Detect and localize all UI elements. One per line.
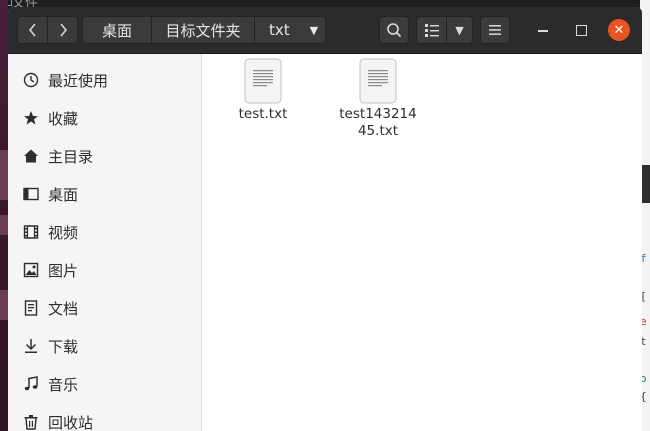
sidebar-item-starred[interactable]: 收藏: [8, 99, 201, 137]
close-button[interactable]: ✕: [606, 17, 632, 43]
back-button[interactable]: [17, 16, 48, 44]
sidebar-item-label: 音乐: [48, 375, 79, 394]
list-view-icon: [424, 24, 439, 37]
desktop-icon: [22, 185, 40, 203]
image-icon: [22, 261, 40, 279]
desktop-background: [0, 0, 8, 431]
text-file-icon: [244, 58, 282, 104]
hamburger-menu-icon: [489, 25, 501, 35]
chevron-left-icon: [28, 23, 36, 37]
sidebar-item-desktop[interactable]: 桌面: [8, 175, 201, 213]
music-icon: [22, 375, 40, 393]
breadcrumb-current-folder[interactable]: txt ▼: [254, 16, 326, 44]
search-button[interactable]: [379, 16, 409, 44]
file-name: test14321445.txt: [339, 106, 417, 139]
close-icon: ✕: [608, 19, 630, 41]
sidebar-item-pictures[interactable]: 图片: [8, 251, 201, 289]
forward-button[interactable]: [47, 16, 78, 44]
text-file-icon: [359, 58, 397, 104]
breadcrumb-target-folder[interactable]: 目标文件夹: [151, 16, 255, 44]
sidebar-item-music[interactable]: 音乐: [8, 365, 201, 403]
file-item[interactable]: test14321445.txt: [328, 58, 428, 140]
view-options-dropdown[interactable]: ▼: [446, 16, 473, 44]
home-icon: [22, 147, 40, 165]
sidebar-item-label: 桌面: [48, 185, 79, 204]
sidebar-item-trash[interactable]: 回收站: [8, 403, 201, 431]
star-icon: [22, 109, 40, 127]
sidebar-item-documents[interactable]: 文档: [8, 289, 201, 327]
menu-button[interactable]: [480, 16, 510, 44]
breadcrumb-label: 目标文件夹: [165, 21, 241, 40]
sidebar-item-label: 视频: [48, 223, 79, 242]
breadcrumb-label: 桌面: [101, 21, 132, 40]
sidebar-item-label: 主目录: [48, 147, 94, 166]
sidebar-item-recent[interactable]: 最近使用: [8, 61, 201, 99]
breadcrumb-label: txt: [269, 21, 290, 39]
sidebar-item-label: 回收站: [48, 413, 94, 431]
sidebar-item-label: 图片: [48, 261, 79, 280]
file-item[interactable]: test.txt: [213, 58, 313, 123]
file-view: test.txt test14321445.txt: [202, 54, 642, 431]
download-icon: [22, 337, 40, 355]
sidebar-item-downloads[interactable]: 下载: [8, 327, 201, 365]
minimize-button[interactable]: [530, 17, 556, 43]
maximize-button[interactable]: [568, 17, 594, 43]
clock-icon: [22, 71, 40, 89]
sidebar-item-label: 收藏: [48, 109, 79, 128]
search-icon: [387, 23, 402, 38]
sidebar-item-videos[interactable]: 视频: [8, 213, 201, 251]
maximize-icon: [575, 24, 587, 36]
minimize-icon: [538, 30, 548, 32]
view-mode-button[interactable]: [416, 16, 447, 44]
header-bar: 桌面 目标文件夹 txt ▼ ▼ ✕: [8, 7, 642, 54]
file-manager-window: 桌面 目标文件夹 txt ▼ ▼ ✕ 最近使用 收藏 主目录 桌面 视频 图片 …: [8, 7, 642, 431]
caret-down-icon: ▼: [455, 23, 464, 37]
caret-down-icon: ▼: [309, 23, 319, 37]
places-sidebar: 最近使用 收藏 主目录 桌面 视频 图片 文档 下载 音乐 回收站: [8, 54, 202, 431]
chevron-right-icon: [59, 23, 67, 37]
file-name: test.txt: [238, 106, 288, 122]
video-icon: [22, 223, 40, 241]
sidebar-item-home[interactable]: 主目录: [8, 137, 201, 175]
breadcrumb-desktop[interactable]: 桌面: [82, 16, 152, 44]
trash-icon: [22, 413, 40, 431]
sidebar-item-label: 下载: [48, 337, 79, 356]
sidebar-item-label: 文档: [48, 299, 79, 318]
sidebar-item-label: 最近使用: [48, 71, 109, 90]
document-icon: [22, 299, 40, 317]
